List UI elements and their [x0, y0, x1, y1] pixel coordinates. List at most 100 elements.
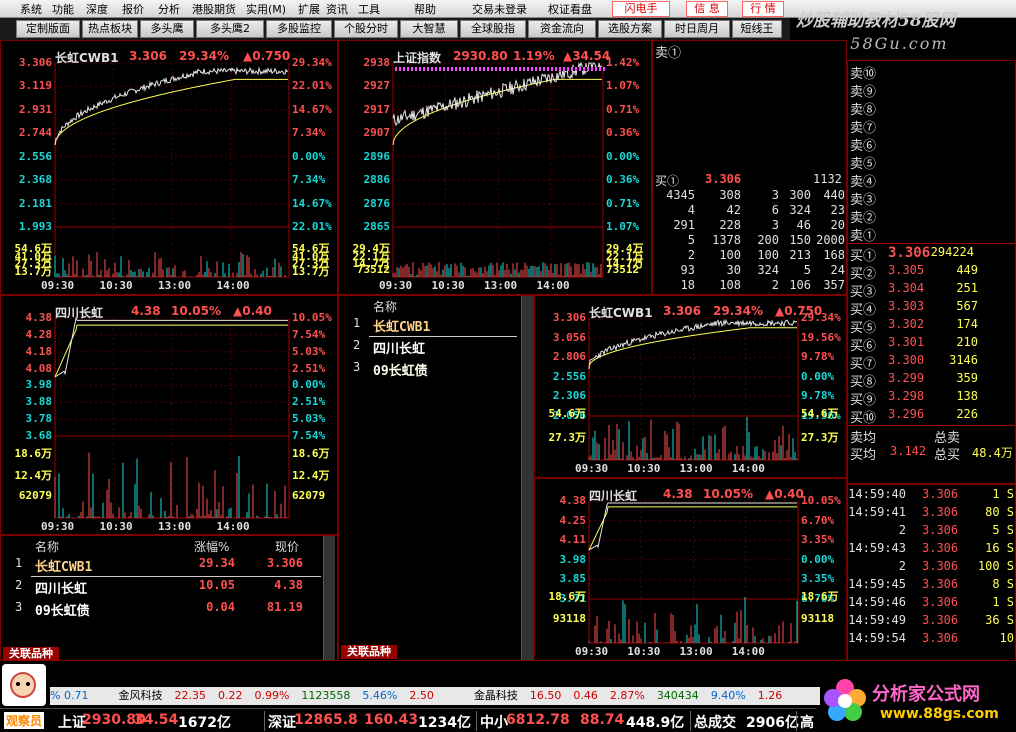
chart-cwb1-small[interactable]: 3.306 3.056 2.806 2.556 2.306 2.056 54.6万 27.3万…	[534, 295, 847, 478]
related-list-name[interactable]: 四川长虹	[373, 338, 425, 357]
related-tab-1[interactable]: 关联品种	[3, 647, 59, 661]
menu-item-4[interactable]: 分析	[158, 1, 180, 17]
status-bar: 观察员 上证 2930.80 34.54 1672亿 深证 12865.8 160.43 123…	[0, 708, 816, 732]
menu-item-1[interactable]: 功能	[52, 1, 74, 17]
tab-3[interactable]: 多头鹰2	[196, 20, 264, 38]
ticker-item: 22.35	[174, 689, 206, 702]
menu-item-8[interactable]: 资讯	[326, 1, 348, 17]
buy-level-vol: 138	[956, 389, 978, 403]
tab-6[interactable]: 大智慧	[400, 20, 458, 38]
tick-time: 14:59:41	[848, 505, 906, 519]
tab-4[interactable]: 多股监控	[266, 20, 332, 38]
chart3-time-label: 14:00	[216, 520, 250, 533]
menu-right-0[interactable]: 闪电手	[612, 1, 670, 17]
status-sh_amt: 1672亿	[178, 715, 231, 731]
related-table-name[interactable]: 长虹CWB1	[35, 556, 92, 575]
related-table-index: 1	[15, 556, 23, 570]
related-table-name[interactable]: 09长虹债	[35, 600, 90, 619]
menu-right-1[interactable]: 信 息	[686, 1, 728, 17]
status-total_val: 2906亿	[746, 715, 799, 731]
quote-detail-cell: 300	[789, 188, 811, 202]
stock-ticker[interactable]: % 0.71 金风科技 22.35 0.22 0.99% 1123558 5.46% 2.50…	[50, 687, 820, 705]
related-tab-2[interactable]: 关联品种	[341, 645, 397, 659]
quote-detail-cell: 106	[789, 278, 811, 292]
ticker-item: 5.46%	[362, 689, 398, 702]
menu-right-2[interactable]: 行 情	[742, 1, 784, 17]
related-table-price: 3.306	[266, 556, 303, 570]
tab-5[interactable]: 个股分时	[334, 20, 398, 38]
menu-item-6[interactable]: 实用(M)	[246, 1, 286, 17]
quote-detail-cell: 150	[789, 233, 811, 247]
tab-8[interactable]: 资金流向	[528, 20, 596, 38]
chart3-right-label: 5.03%	[292, 412, 326, 426]
chart3-right-label: 10.05%	[292, 311, 332, 324]
total-buy-label: 总买	[934, 448, 961, 463]
menu-item-7[interactable]: 扩展	[298, 1, 320, 17]
quote-detail-cell: 291	[673, 218, 695, 232]
chart1-left-label: 2.556	[18, 149, 52, 163]
quote-detail-cell: 2000	[816, 233, 845, 247]
quote-detail-cell: 3	[771, 218, 779, 232]
related-table-selection	[31, 576, 321, 577]
chart2-right-label: 0.36%	[606, 173, 640, 187]
tab-1[interactable]: 热点板块	[82, 20, 138, 38]
quote-detail-cell: 23	[830, 203, 845, 217]
buy-level-vol: 226	[956, 407, 978, 421]
status-separator	[264, 711, 265, 731]
chart-shanghai-index[interactable]: 2938 2927 2917 2907 2896 2886 2876 2865 29.4万 22.…	[338, 40, 652, 295]
tab-2[interactable]: 多头鹰	[140, 20, 194, 38]
buy-level-vol: 567	[956, 299, 978, 313]
buy-avg-label: 买均	[850, 448, 877, 463]
related-list-name[interactable]: 09长虹债	[373, 360, 428, 379]
related-list-scrollbar[interactable]	[521, 296, 533, 660]
menu-item-0[interactable]: 系统	[20, 1, 42, 17]
chart1-left-label: 2.744	[18, 126, 52, 140]
chart4-price: 3.306	[663, 304, 701, 318]
tab-10[interactable]: 时日周月	[664, 20, 730, 38]
tick-price: 3.306	[922, 631, 959, 645]
buy-level-vol: 251	[956, 281, 978, 295]
tab-9[interactable]: 选股方案	[598, 20, 662, 38]
ticker-item: 16.50	[529, 689, 562, 702]
related-table-name[interactable]: 四川长虹	[35, 578, 87, 597]
chart1-right-label: 14.67%	[292, 196, 332, 210]
logo-url: www.88gs.com	[880, 706, 999, 722]
chart3-left-label: 4.08	[25, 361, 53, 375]
related-list-name[interactable]: 长虹CWB1	[373, 316, 430, 335]
chart4-time-label: 10:30	[627, 462, 661, 475]
tick-time: 14:59:49	[848, 613, 906, 627]
chart-sichuan-small[interactable]: 4.38 4.25 4.11 3.98 3.85 3.71 18.6万 93118 10.05%…	[534, 478, 847, 661]
menu-item-10[interactable]: 帮助	[414, 1, 436, 17]
tab-7[interactable]: 全球股指	[460, 20, 526, 38]
sell1-label: 卖①	[655, 46, 682, 61]
chart3-left-label: 3.98	[25, 378, 53, 392]
menu-item-12[interactable]: 权证看盘	[548, 1, 592, 17]
menu-item-9[interactable]: 工具	[358, 1, 380, 17]
menu-item-11[interactable]: 交易未登录	[472, 1, 527, 17]
buy-level-label: 买④	[850, 303, 877, 318]
chart4-time-label: 09:30	[575, 462, 609, 475]
quote-detail-cell: 3	[771, 188, 779, 202]
related-table-scrollbar[interactable]	[323, 536, 335, 660]
chart-cwb1[interactable]: 3.306 3.119 2.931 2.744 2.556 2.368 2.181 1.993…	[0, 40, 338, 295]
chart2-left-label: 2865	[363, 220, 391, 233]
tab-11[interactable]: 短线王	[732, 20, 782, 38]
menu-item-5[interactable]: 港股期货	[192, 1, 236, 17]
chart4-right-label: 54.6万	[801, 407, 839, 420]
ticker-item: 9.40%	[710, 689, 746, 702]
menu-item-2[interactable]: 深度	[86, 1, 108, 17]
chart3-pct: 10.05%	[171, 304, 221, 318]
menu-item-3[interactable]: 报价	[122, 1, 144, 17]
sell-level-label: 卖④	[850, 175, 877, 190]
buy-level-vol: 449	[956, 263, 978, 277]
ticker-item: 340434	[656, 689, 699, 702]
buy1-vol: 1132	[813, 172, 842, 186]
chart5-chg: ▲0.40	[765, 487, 804, 501]
buy-level-label: 买⑤	[850, 321, 877, 336]
orderbook-divider-2	[848, 425, 1015, 426]
chart-sichuan-changhong[interactable]: 4.38 4.28 4.18 4.08 3.98 3.88 3.78 3.68 18.6万 12.…	[0, 295, 338, 535]
sell-level-label: 卖⑦	[850, 121, 877, 136]
tab-0[interactable]: 定制版面	[16, 20, 80, 38]
status-zx: 中小	[480, 715, 508, 731]
related-list-selection	[369, 336, 517, 337]
